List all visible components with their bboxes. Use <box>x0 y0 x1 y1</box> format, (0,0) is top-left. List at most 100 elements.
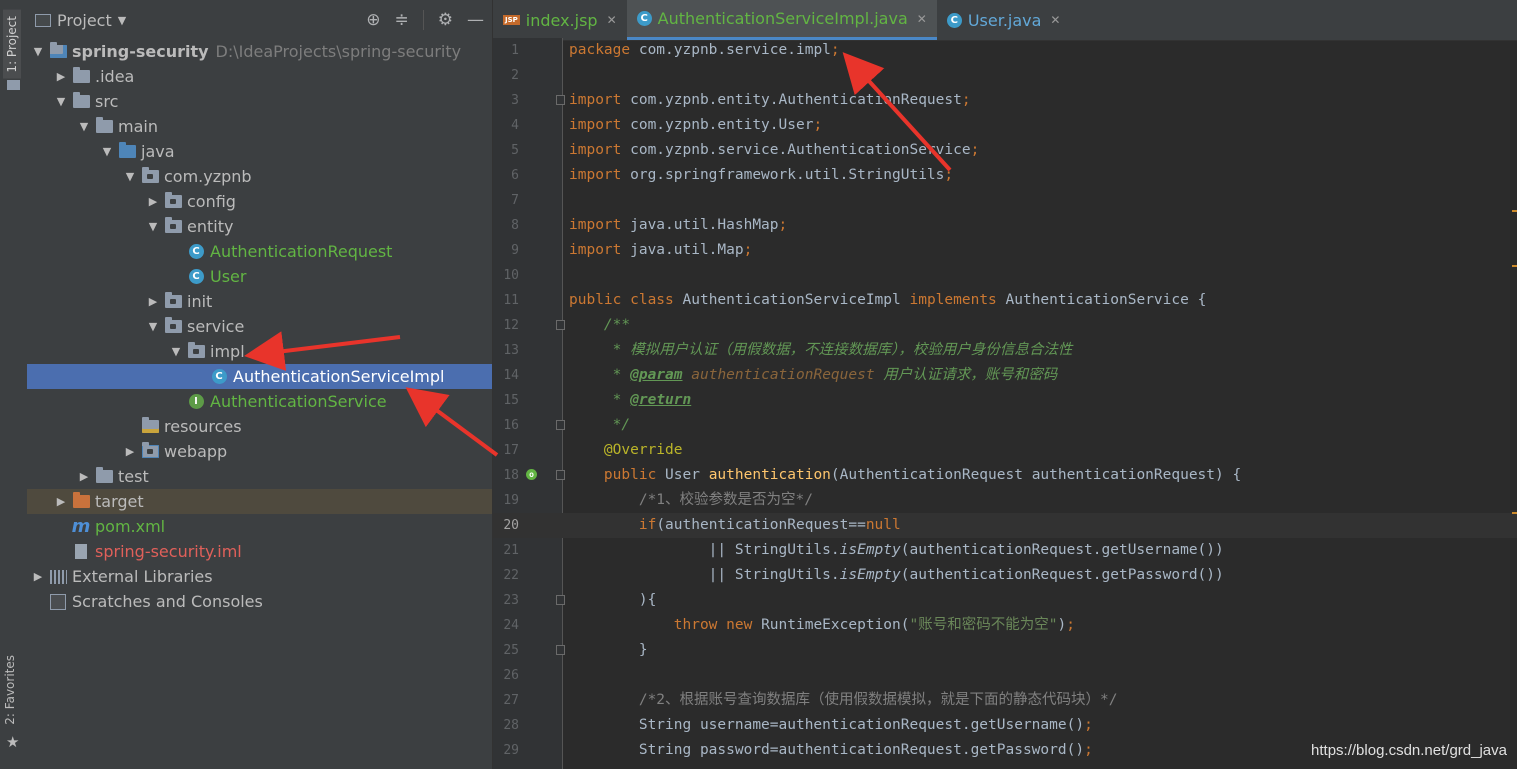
tree-item-authenticationservice[interactable]: I AuthenticationService <box>27 389 492 414</box>
tree-item-test[interactable]: ▶ test <box>27 464 492 489</box>
tree-item-impl[interactable]: ▼ impl <box>27 339 492 364</box>
tree-item-service[interactable]: ▼ service <box>27 314 492 339</box>
code-line[interactable]: 23 ){ <box>493 588 1517 613</box>
warning-stripe-mark[interactable] <box>1512 210 1517 212</box>
fold-marker-icon[interactable] <box>556 595 565 605</box>
code-line[interactable]: 8 import java.util.HashMap; <box>493 213 1517 238</box>
fold-marker-icon[interactable] <box>556 420 565 430</box>
tree-item-pom-xml[interactable]: m pom.xml <box>27 514 492 539</box>
code-line[interactable]: 24 throw new RuntimeException("账号和密码不能为空… <box>493 613 1517 638</box>
chevron-down-icon[interactable]: ▼ <box>31 39 45 64</box>
chevron-down-icon[interactable]: ▼ <box>100 139 114 164</box>
code-line[interactable]: 1 package com.yzpnb.service.impl; <box>493 38 1517 63</box>
code-line[interactable]: 6 import org.springframework.util.StringU… <box>493 163 1517 188</box>
code-token: package <box>569 42 639 58</box>
fold-marker-icon[interactable] <box>556 470 565 480</box>
chevron-right-icon[interactable]: ▶ <box>54 489 68 514</box>
editor-tab-authenticationserviceimpl-java[interactable]: C AuthenticationServiceImpl.java ✕ <box>626 0 937 40</box>
code-line[interactable]: 7 <box>493 188 1517 213</box>
chevron-right-icon[interactable]: ▶ <box>123 439 137 464</box>
chevron-right-icon[interactable]: ▶ <box>146 289 160 314</box>
code-line[interactable]: 17 @Override <box>493 438 1517 463</box>
fold-marker-icon[interactable] <box>556 320 565 330</box>
tree-item-java[interactable]: ▼ java <box>27 139 492 164</box>
close-icon[interactable]: ✕ <box>917 12 927 26</box>
code-line[interactable]: 25 } <box>493 638 1517 663</box>
editor-tab-index-jsp[interactable]: JSP index.jsp ✕ <box>493 0 627 40</box>
code-line[interactable]: 5 import com.yzpnb.service.Authentication… <box>493 138 1517 163</box>
warning-stripe-mark[interactable] <box>1512 512 1517 514</box>
code-line[interactable]: 14 * @param authenticationRequest 用户认证请求… <box>493 363 1517 388</box>
editor-tab-user-java[interactable]: C User.java ✕ <box>937 0 1071 40</box>
tree-item-spring-security-iml[interactable]: spring-security.iml <box>27 539 492 564</box>
line-number: 6 <box>511 168 519 183</box>
code-line[interactable]: 16 */ <box>493 413 1517 438</box>
close-icon[interactable]: ✕ <box>607 13 617 27</box>
project-tool-tab[interactable]: 1: Project <box>3 10 21 79</box>
tree-item-resources[interactable]: resources <box>27 414 492 439</box>
tree-item-src[interactable]: ▼ src <box>27 89 492 114</box>
code-line[interactable]: 3 import com.yzpnb.entity.AuthenticationR… <box>493 88 1517 113</box>
chevron-down-icon[interactable]: ▼ <box>169 339 183 364</box>
package-icon <box>141 167 159 185</box>
code-line[interactable]: 2 <box>493 63 1517 88</box>
chevron-right-icon[interactable]: ▶ <box>146 189 160 214</box>
tree-item-entity[interactable]: ▼ entity <box>27 214 492 239</box>
implements-method-icon[interactable]: o <box>526 469 537 480</box>
chevron-down-icon[interactable]: ▼ <box>146 214 160 239</box>
tree-item-webapp[interactable]: ▶ webapp <box>27 439 492 464</box>
gear-icon[interactable]: ⚙ <box>438 10 453 30</box>
package-icon <box>164 292 182 310</box>
tree-item-config[interactable]: ▶ config <box>27 189 492 214</box>
code-line[interactable]: 27 /*2、根据账号查询数据库（使用假数据模拟，就是下面的静态代码块）*/ <box>493 688 1517 713</box>
tree-item-com-yzpnb[interactable]: ▼ com.yzpnb <box>27 164 492 189</box>
code-line[interactable]: 20 if(authenticationRequest==null <box>493 513 1517 538</box>
chevron-down-icon[interactable]: ▼ <box>146 314 160 339</box>
collapse-all-icon[interactable]: ≑ <box>395 10 409 30</box>
project-view-selector[interactable]: Project ▼ <box>35 11 126 30</box>
code-line[interactable]: 21 || StringUtils.isEmpty(authentication… <box>493 538 1517 563</box>
favorites-tool-tab[interactable]: 2: Favorites <box>3 655 17 725</box>
tree-item-authenticationserviceimpl[interactable]: C AuthenticationServiceImpl <box>27 364 492 389</box>
code-editor[interactable]: 1 package com.yzpnb.service.impl; 2 3 import… <box>493 38 1517 763</box>
tree-item-main[interactable]: ▼ main <box>27 114 492 139</box>
close-icon[interactable]: ✕ <box>1050 13 1060 27</box>
locate-target-icon[interactable]: ⊕ <box>366 10 380 30</box>
code-line[interactable]: 18 o public User authentication(Authentic… <box>493 463 1517 488</box>
code-line[interactable]: 22 || StringUtils.isEmpty(authentication… <box>493 563 1517 588</box>
tree-item-spring-security[interactable]: ▼ spring-security D:\IdeaProjects\spring-s… <box>27 39 492 64</box>
tree-item-scratches-and-consoles[interactable]: Scratches and Consoles <box>27 589 492 614</box>
warning-stripe-mark[interactable] <box>1512 265 1517 267</box>
code-text: import com.yzpnb.service.AuthenticationS… <box>569 138 979 163</box>
code-line[interactable]: 4 import com.yzpnb.entity.User; <box>493 113 1517 138</box>
folder-icon <box>95 467 113 485</box>
fold-marker-icon[interactable] <box>556 95 565 105</box>
chevron-right-icon[interactable]: ▶ <box>54 64 68 89</box>
chevron-down-icon[interactable]: ▼ <box>77 114 91 139</box>
chevron-right-icon[interactable]: ▶ <box>77 464 91 489</box>
project-icon <box>35 13 51 27</box>
code-line[interactable]: 12 /** <box>493 313 1517 338</box>
code-line[interactable]: 26 <box>493 663 1517 688</box>
tree-item--idea[interactable]: ▶ .idea <box>27 64 492 89</box>
minimize-icon[interactable]: — <box>467 10 484 30</box>
chevron-right-icon[interactable]: ▶ <box>31 564 45 589</box>
code-line[interactable]: 13 * 模拟用户认证（用假数据，不连接数据库），校验用户身份信息合法性 <box>493 338 1517 363</box>
tree-item-user[interactable]: C User <box>27 264 492 289</box>
code-line[interactable]: 19 /*1、校验参数是否为空*/ <box>493 488 1517 513</box>
project-path: D:\IdeaProjects\spring-security <box>215 42 462 61</box>
code-line[interactable]: 11 public class AuthenticationServiceImpl… <box>493 288 1517 313</box>
code-line[interactable]: 28 String username=authenticationRequest… <box>493 713 1517 738</box>
tree-item-external-libraries[interactable]: ▶ External Libraries <box>27 564 492 589</box>
code-line[interactable]: 9 import java.util.Map; <box>493 238 1517 263</box>
code-line[interactable]: 15 * @return <box>493 388 1517 413</box>
chevron-down-icon[interactable]: ▼ <box>54 89 68 114</box>
chevron-down-icon[interactable]: ▼ <box>123 164 137 189</box>
tree-item-authenticationrequest[interactable]: C AuthenticationRequest <box>27 239 492 264</box>
tree-item-init[interactable]: ▶ init <box>27 289 492 314</box>
tree-item-target[interactable]: ▶ target <box>27 489 492 514</box>
fold-marker-icon[interactable] <box>556 645 565 655</box>
code-line[interactable]: 10 <box>493 263 1517 288</box>
